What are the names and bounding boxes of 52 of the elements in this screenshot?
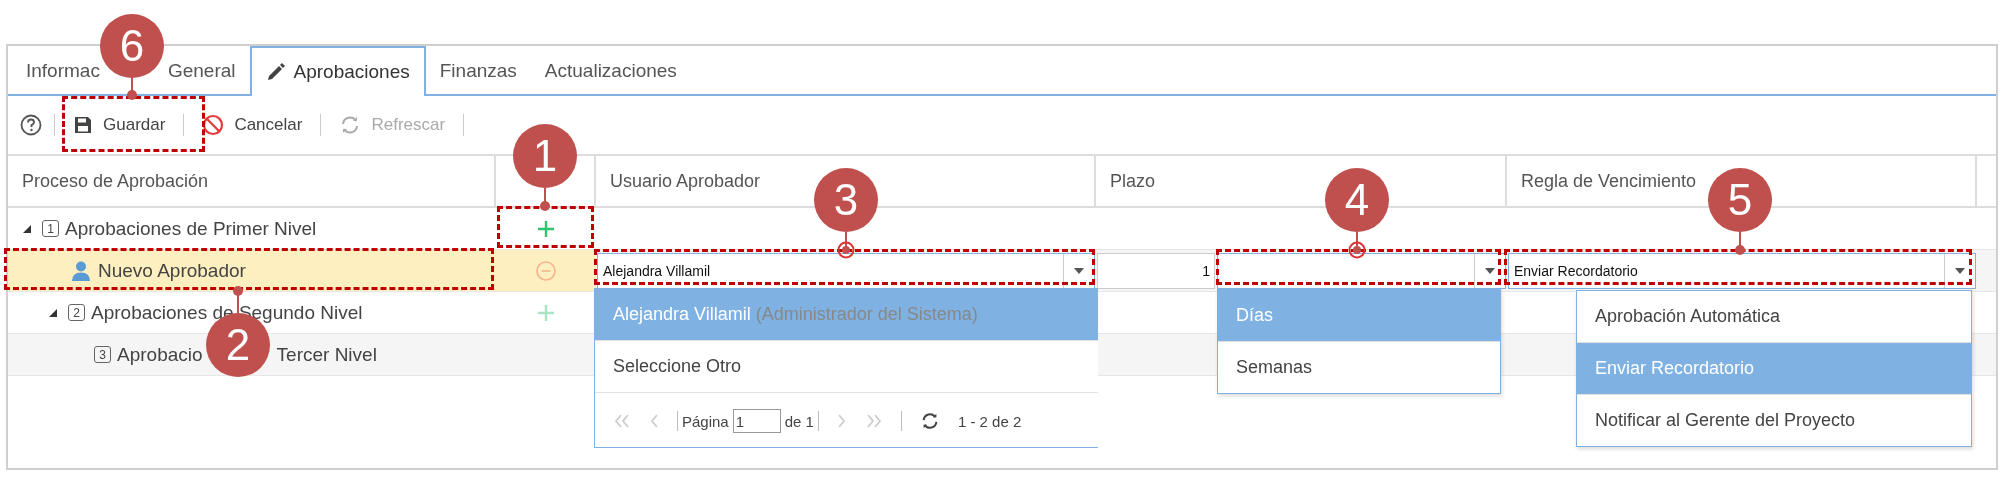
dropdown-option[interactable]: Seleccione Otro <box>595 341 1098 393</box>
tree-label: Tercer Nivel <box>276 343 377 366</box>
record-summary: 1 - 2 de 2 <box>957 412 1022 430</box>
term-field[interactable]: 1 <box>1097 252 1215 289</box>
tab[interactable]: Actualizaciones <box>530 48 691 94</box>
page-field[interactable]: 1 <box>732 409 781 433</box>
rule-combo[interactable]: Enviar Recordatorio <box>1508 252 1976 289</box>
expander-icon[interactable] <box>22 223 32 234</box>
callout-number: 5 <box>1708 168 1772 232</box>
callout-number: 6 <box>100 14 164 78</box>
last-page-icon[interactable] <box>864 413 883 429</box>
target-marker <box>1348 241 1366 259</box>
level-number: 2 <box>68 304 85 321</box>
target-marker <box>837 241 855 259</box>
help-icon[interactable] <box>20 114 42 136</box>
person-icon <box>70 259 92 282</box>
minus-circle-icon[interactable] <box>535 259 557 282</box>
anchor-dot <box>233 286 243 296</box>
page-count: de 1 <box>784 412 814 430</box>
page-label: Página <box>682 412 729 430</box>
anchor-dot <box>540 201 550 211</box>
caret-icon <box>1955 267 1965 274</box>
tree-label[interactable]: Aprobaciones de Primer Nivel <box>65 217 317 240</box>
tab[interactable]: Finanzas <box>425 48 531 94</box>
cancel-button[interactable]: Cancelar <box>196 110 309 140</box>
tree-label[interactable]: Aprobacio <box>117 343 203 366</box>
anchor-dot <box>127 90 137 100</box>
approver-combo[interactable]: Alejandra Villamil <box>597 252 1095 289</box>
callout-number: 4 <box>1325 168 1389 232</box>
tab[interactable]: Aprobaciones <box>249 46 426 96</box>
previous-page-icon[interactable] <box>649 413 659 429</box>
save-icon <box>73 115 93 135</box>
dropdown-option[interactable]: Notificar al Gerente del Proyecto <box>1577 395 1971 446</box>
prohibited-icon <box>202 114 225 136</box>
save-button[interactable]: Guardar <box>67 111 172 139</box>
callout-number: 1 <box>513 124 577 188</box>
level-number: 1 <box>42 220 59 237</box>
first-page-icon[interactable] <box>613 413 631 429</box>
level-number: 3 <box>94 346 111 363</box>
plus-icon[interactable] <box>537 303 555 322</box>
tree-row[interactable]: Nuevo Aprobador <box>8 250 496 291</box>
dropdown-option[interactable]: Semanas <box>1218 342 1500 393</box>
column-header[interactable]: Proceso de Aprobación <box>8 156 496 206</box>
plus-icon[interactable] <box>537 219 555 238</box>
expander-icon[interactable] <box>48 307 58 318</box>
next-page-icon[interactable] <box>836 413 847 429</box>
caret-icon <box>1074 267 1084 274</box>
callout-number: 3 <box>814 168 878 232</box>
caret-icon <box>1485 267 1495 274</box>
pencil-icon <box>265 62 286 82</box>
tree-label: Nuevo Aprobador <box>98 259 246 282</box>
anchor-dot <box>1735 245 1745 255</box>
